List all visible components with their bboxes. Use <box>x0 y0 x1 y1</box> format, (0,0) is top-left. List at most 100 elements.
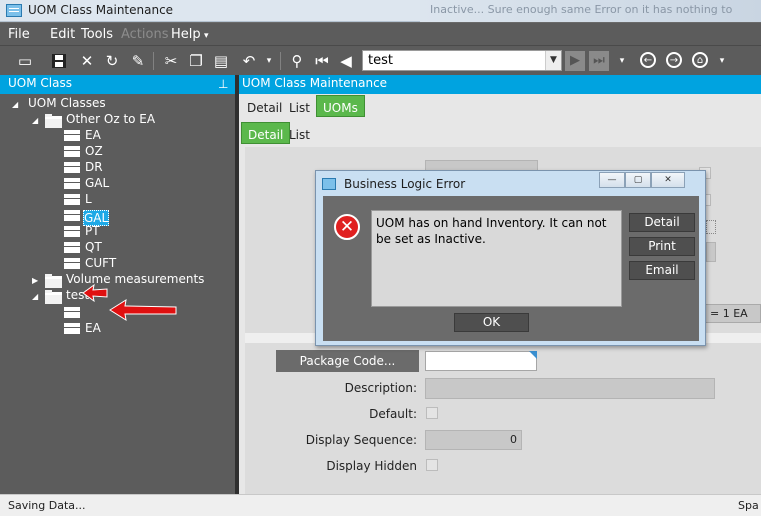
tab-uoms[interactable]: UOMs <box>316 95 365 117</box>
menu-tools[interactable]: Tools <box>81 27 113 42</box>
display-sequence-label: Display Sequence: <box>305 433 417 447</box>
tree-node-uom-classes[interactable]: UOM Classes <box>28 96 106 110</box>
dialog-title: Business Logic Error <box>344 177 466 191</box>
menu-actions: Actions <box>121 27 169 42</box>
status-text: Saving Data... <box>8 499 86 512</box>
record-search-box[interactable]: test ▼ <box>362 50 562 71</box>
home-icon[interactable]: ⌂ <box>692 52 708 68</box>
uom-icon <box>64 210 80 221</box>
maintenance-panel-title: UOM Class Maintenance <box>242 76 388 90</box>
uom-icon <box>64 323 80 334</box>
undo-dropdown-icon[interactable]: ▾ <box>258 50 280 72</box>
tree-leaf-gal-selected[interactable]: GAL <box>83 210 109 226</box>
maximize-icon[interactable]: ▢ <box>625 172 651 188</box>
chevron-down-icon[interactable]: ▼ <box>545 51 561 70</box>
print-button[interactable]: Print <box>629 237 695 256</box>
back-icon[interactable]: ← <box>640 52 656 68</box>
uom-class-panel-title: UOM Class <box>8 76 72 90</box>
pin-icon[interactable]: ⊥ <box>218 77 228 91</box>
paste-icon[interactable]: ▤ <box>210 50 232 72</box>
forward-icon[interactable]: → <box>666 52 682 68</box>
tab-detail[interactable]: Detail <box>241 96 288 118</box>
collapse-icon[interactable]: ◢ <box>32 292 38 301</box>
tree-node-other-oz-to-ea[interactable]: Other Oz to EA <box>66 112 155 126</box>
default-label: Default: <box>369 407 417 421</box>
uom-class-panel-header: UOM Class <box>0 75 235 94</box>
detail-button[interactable]: Detail <box>629 213 695 232</box>
menu-help[interactable]: Help <box>171 27 201 42</box>
tree-leaf-ea[interactable]: EA <box>85 321 101 335</box>
record-search-value: test <box>368 53 393 68</box>
search-binoculars-icon[interactable]: ⚲ <box>286 50 308 72</box>
more-dropdown-icon[interactable]: ▾ <box>711 50 733 72</box>
uom-class-tree: ◢ UOM Classes ◢ Other Oz to EA EA OZ DR … <box>0 94 235 494</box>
tree-leaf-pt[interactable]: PT <box>85 224 100 238</box>
save-icon[interactable] <box>48 50 70 72</box>
clear-icon[interactable]: ✎ <box>127 50 149 72</box>
expand-icon[interactable]: ▶ <box>32 276 38 285</box>
copy-icon[interactable]: ❐ <box>185 50 207 72</box>
tree-leaf-gal[interactable]: GAL <box>85 176 109 190</box>
default-checkbox[interactable] <box>426 407 438 419</box>
tree-leaf-oz[interactable]: OZ <box>85 144 103 158</box>
folder-icon <box>45 290 62 304</box>
title-bar: UOM Class Maintenance Inactive... Sure e… <box>0 0 761 22</box>
menu-bar: File Edit Tools Actions Help ▾ <box>0 23 761 45</box>
maintenance-panel-header: UOM Class Maintenance <box>239 75 761 94</box>
close-icon[interactable]: ✕ <box>651 172 685 188</box>
minimize-icon[interactable]: — <box>599 172 625 188</box>
display-sequence-field[interactable]: 0 <box>425 430 522 450</box>
status-bar: Saving Data... Spa <box>0 494 761 516</box>
ok-button[interactable]: OK <box>454 313 529 332</box>
uom-icon <box>64 194 80 205</box>
package-code-button[interactable]: Package Code... <box>276 350 419 372</box>
previous-record-icon[interactable]: ◀ <box>335 50 357 72</box>
annotation-arrow-icon <box>82 283 108 303</box>
tree-leaf-l[interactable]: L <box>85 192 92 206</box>
uom-icon <box>64 226 80 237</box>
undo-icon[interactable]: ↶ <box>238 50 260 72</box>
tree-leaf-cuft[interactable]: CUFT <box>85 256 116 270</box>
nav-dropdown-icon[interactable]: ▾ <box>611 50 633 72</box>
folder-icon <box>45 114 62 128</box>
first-record-icon[interactable]: ⏮ <box>311 50 333 72</box>
error-icon: ✕ <box>334 214 360 240</box>
tree-leaf-dr[interactable]: DR <box>85 160 103 174</box>
error-message: UOM has on hand Inventory. It can not be… <box>371 210 622 307</box>
refresh-icon[interactable]: ↻ <box>101 50 123 72</box>
uom-icon <box>64 146 80 157</box>
toolbar: ▭ ✕ ↻ ✎ ✂ ❐ ▤ ↶ ▾ ⚲ ⏮ ◀ test ▼ ▶ ⏭ ▾ ← →… <box>0 45 761 75</box>
package-code-input[interactable] <box>425 351 537 371</box>
display-hidden-checkbox[interactable] <box>426 459 438 471</box>
uom-icon <box>64 162 80 173</box>
cut-icon[interactable]: ✂ <box>160 50 182 72</box>
description-field[interactable] <box>425 378 715 399</box>
uom-icon <box>64 307 80 318</box>
description-label: Description: <box>344 381 417 395</box>
status-right-text: Spa <box>738 499 759 512</box>
lookup-button[interactable] <box>706 220 716 234</box>
uom-icon <box>64 242 80 253</box>
uom-icon <box>64 178 80 189</box>
tree-leaf-qt[interactable]: QT <box>85 240 102 254</box>
last-record-icon[interactable]: ⏭ <box>589 51 609 71</box>
tab-list[interactable]: List <box>283 96 316 118</box>
new-icon[interactable]: ▭ <box>14 50 36 72</box>
folder-icon <box>45 274 62 288</box>
menu-file[interactable]: File <box>8 27 30 42</box>
app-icon <box>6 4 22 17</box>
tree-leaf-ea[interactable]: EA <box>85 128 101 142</box>
email-button[interactable]: Email <box>629 261 695 280</box>
window-title: UOM Class Maintenance <box>28 3 174 17</box>
uom-icon <box>64 258 80 269</box>
uom-icon <box>64 130 80 141</box>
collapse-icon[interactable]: ◢ <box>12 100 18 109</box>
hidden-field[interactable] <box>706 242 716 262</box>
required-marker-icon <box>529 351 537 359</box>
menu-overflow-icon[interactable]: ▾ <box>204 31 209 41</box>
next-record-icon[interactable]: ▶ <box>565 51 585 71</box>
menu-edit[interactable]: Edit <box>50 27 75 42</box>
delete-icon[interactable]: ✕ <box>76 50 98 72</box>
subtab-list[interactable]: List <box>283 123 316 145</box>
collapse-icon[interactable]: ◢ <box>32 116 38 125</box>
